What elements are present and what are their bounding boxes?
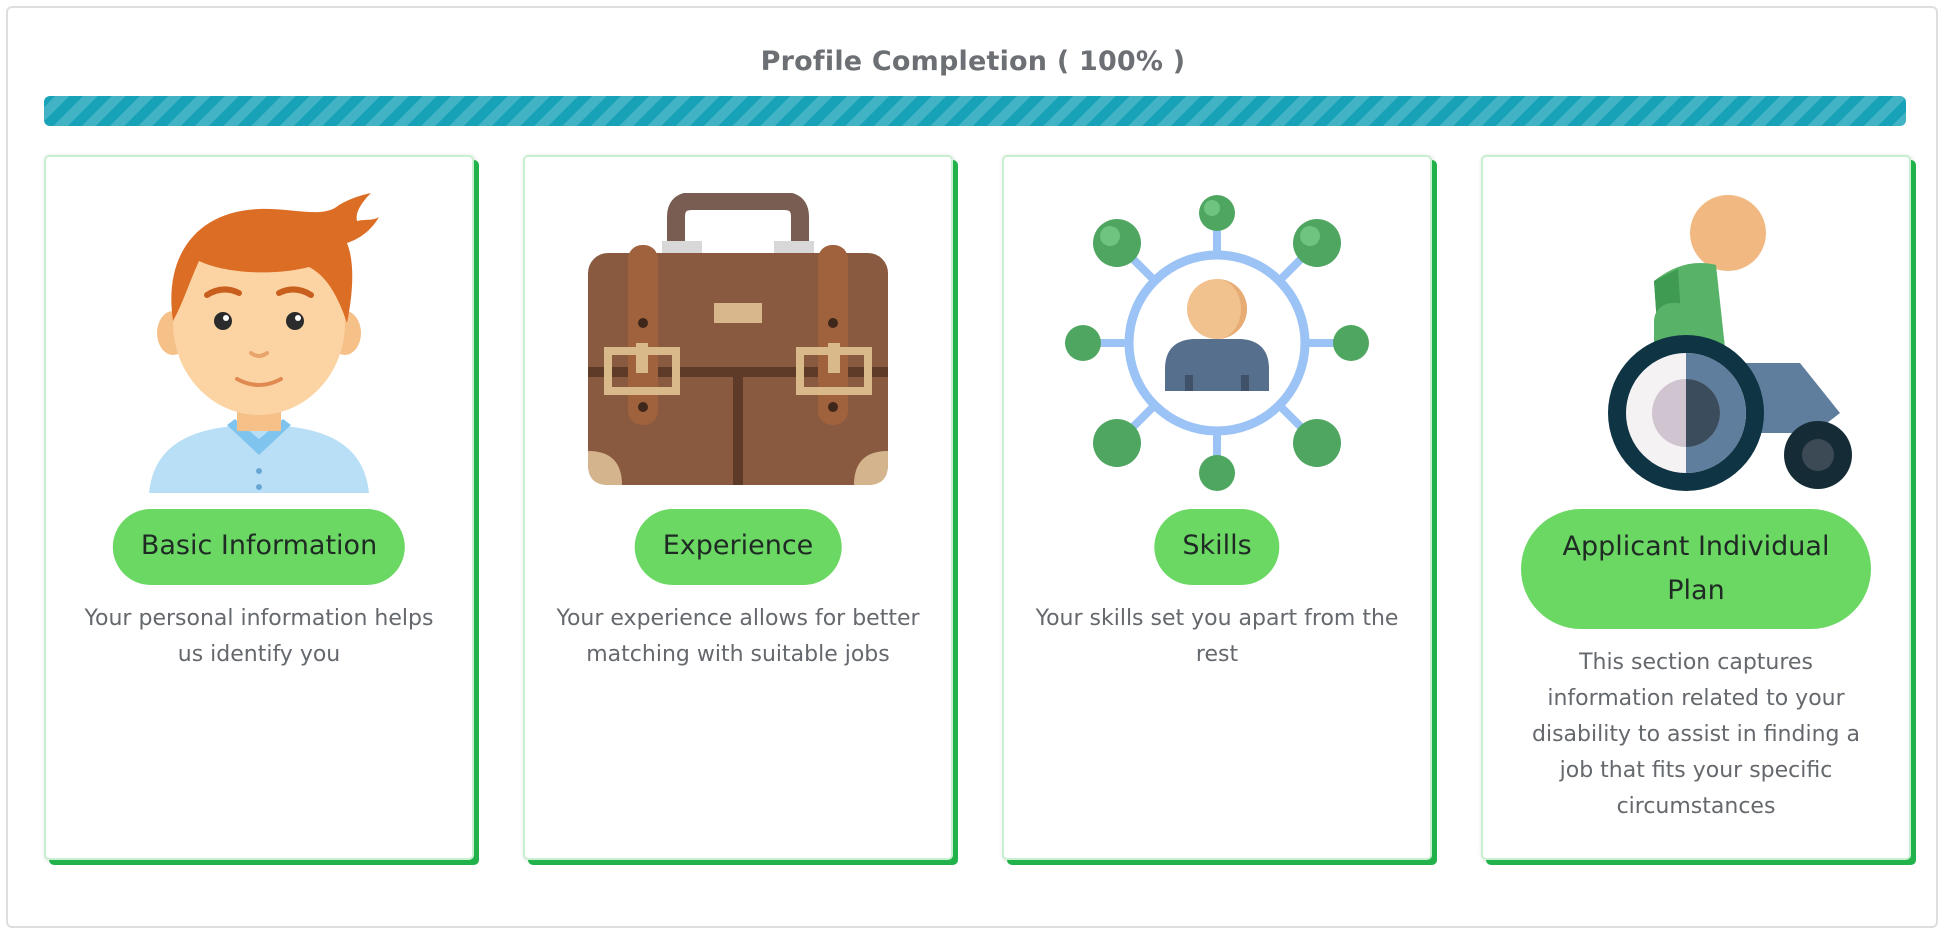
skills-button[interactable]: Skills — [1154, 509, 1280, 585]
card-experience: Experience Your experience allows for be… — [523, 155, 953, 860]
card-applicant-individual-plan: Applicant Individual Plan This section c… — [1481, 155, 1911, 860]
applicant-individual-plan-button[interactable]: Applicant Individual Plan — [1521, 509, 1871, 629]
wheelchair-icon — [1536, 193, 1856, 493]
card-basic-information: Basic Information Your personal informat… — [44, 155, 474, 860]
experience-button[interactable]: Experience — [634, 509, 842, 585]
basic-information-button[interactable]: Basic Information — [112, 509, 406, 585]
page-title: Profile Completion ( 100% ) — [760, 46, 1186, 77]
profile-progress-bar — [44, 96, 1906, 126]
card-skills: Skills Your skills set you apart from th… — [1002, 155, 1432, 860]
basic-information-description: Your personal information helps us ident… — [84, 606, 434, 667]
skills-description: Your skills set you apart from the rest — [1035, 606, 1399, 667]
progress-bar-fill — [44, 96, 1906, 126]
person-avatar-icon — [99, 193, 419, 493]
experience-description: Your experience allows for better matchi… — [556, 606, 920, 667]
briefcase-icon — [578, 193, 898, 493]
applicant-individual-plan-description: This section captures information relate… — [1532, 650, 1860, 819]
skills-network-icon — [1057, 193, 1377, 493]
